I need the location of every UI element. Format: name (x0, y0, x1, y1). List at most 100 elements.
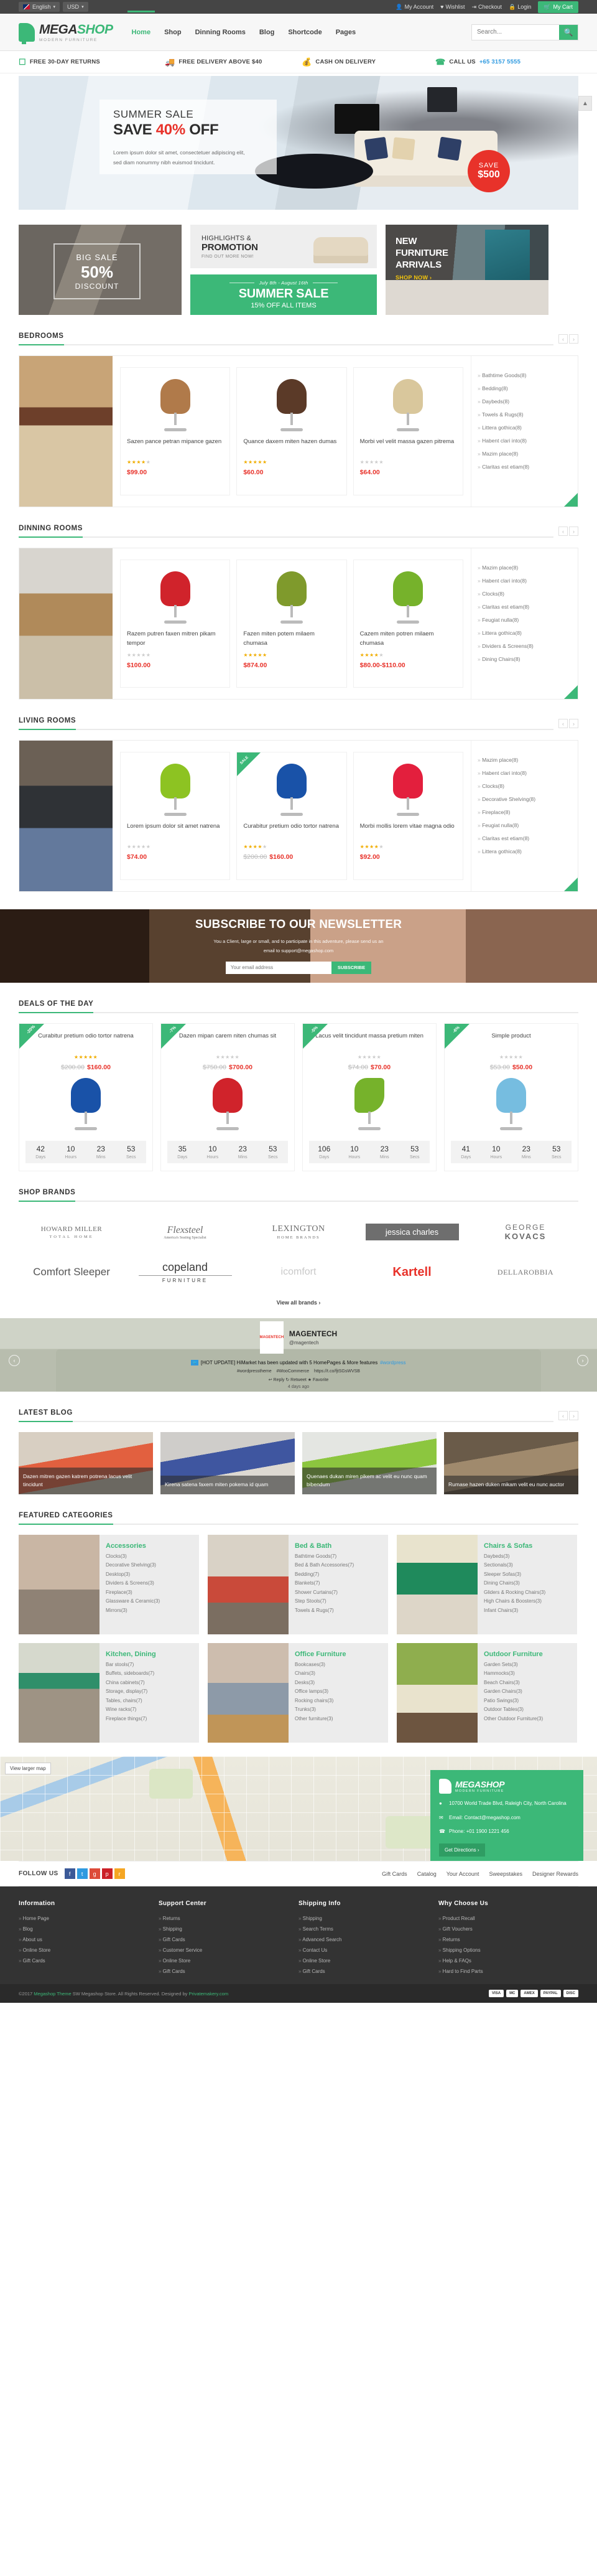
category-sub-link[interactable]: Fireplace things(7) (106, 1716, 193, 1721)
product-card[interactable]: Lorem ipsum dolor sit amet natrena ★★★★★… (120, 752, 231, 880)
newsletter-subscribe-button[interactable]: SUBSCRIBE (331, 961, 372, 974)
twitter-actions[interactable]: ↩ Reply ↻ Retweet ★ Favorite (269, 1377, 329, 1382)
footer-link[interactable]: Customer Service (159, 1945, 298, 1955)
product-card[interactable]: Cazem miten potren milaem chumasa ★★★★★ … (353, 560, 463, 688)
category-link[interactable]: Towels & Rugs(8) (478, 408, 572, 421)
product-card[interactable]: Sazen pance petran mipance gazen ★★★★★ $… (120, 367, 231, 495)
prev-arrow-icon[interactable]: ‹ (558, 1411, 568, 1420)
twitter-hashtag[interactable]: #wordpress (380, 1360, 405, 1365)
category-sub-link[interactable]: Step Stools(7) (295, 1598, 382, 1604)
category-link[interactable]: Clocks(8) (478, 587, 572, 600)
twitter-tag-1[interactable]: #wordpresstheme (237, 1369, 272, 1374)
footer-link[interactable]: Hard to Find Parts (438, 1966, 578, 1977)
get-directions-button[interactable]: Get Directions › (439, 1843, 485, 1857)
promo-highlights[interactable]: HIGHLIGHTS & PROMOTION FIND OUT MORE NOW… (190, 225, 377, 268)
copyright-theme-link[interactable]: Megashop Theme (34, 1991, 71, 1997)
category-sub-link[interactable]: China cabinets(7) (106, 1680, 193, 1685)
brand-logo[interactable]: jessica charles (365, 1224, 459, 1240)
category-sub-link[interactable]: Gliders & Rocking Chairs(3) (484, 1590, 571, 1595)
category-sub-link[interactable]: Hammocks(3) (484, 1670, 571, 1676)
category-sub-link[interactable]: Outdoor Tables(3) (484, 1707, 571, 1712)
category-sub-link[interactable]: Chairs(3) (295, 1670, 382, 1676)
next-arrow-icon[interactable]: › (569, 334, 578, 344)
featured-category-card[interactable]: Office Furniture Bookcases(3) Chairs(3) … (208, 1643, 388, 1743)
category-link[interactable]: Mazim place(8) (478, 561, 572, 574)
category-link[interactable]: Habent clari into(8) (478, 434, 572, 447)
pinterest-icon[interactable]: p (101, 1868, 113, 1879)
twitter-link[interactable]: https://t.co/fjtSGsWVSB (314, 1369, 360, 1374)
deal-card[interactable]: -7% Dazen mipan carem niten chumas sit ★… (160, 1023, 295, 1171)
category-link[interactable]: Fireplace(8) (478, 805, 572, 818)
promo-summer-sale[interactable]: July 8th - August 16th SUMMER SALE 15% O… (190, 274, 377, 315)
footer-link[interactable]: Shipping (159, 1924, 298, 1934)
scroll-top-button[interactable]: ▲ (578, 96, 592, 111)
footer-link[interactable]: Online Store (298, 1955, 438, 1966)
newsletter-email-input[interactable] (225, 961, 331, 974)
category-link[interactable]: Feugiat nulla(8) (478, 613, 572, 626)
category-link[interactable]: Habent clari into(8) (478, 574, 572, 587)
category-sub-link[interactable]: Rocking chairs(3) (295, 1698, 382, 1703)
footer-link[interactable]: Advanced Search (298, 1934, 438, 1945)
category-link[interactable]: Claritas est etiam(8) (478, 600, 572, 613)
nav-shop[interactable]: Shop (163, 25, 183, 40)
footer-link[interactable]: Gift Cards (19, 1955, 159, 1966)
featured-category-card[interactable]: Kitchen, Dining Bar stools(7) Buffets, s… (19, 1643, 199, 1743)
google-plus-icon[interactable]: g (89, 1868, 100, 1879)
category-sub-link[interactable]: Glassware & Ceramic(3) (106, 1598, 193, 1604)
category-sub-link[interactable]: Fireplace(3) (106, 1590, 193, 1595)
promo-big-sale[interactable]: BIG SALE 50% DISCOUNT (19, 225, 182, 315)
blog-card[interactable]: Quenaes dukan miren pikem ac velit eu nu… (302, 1432, 437, 1494)
prev-arrow-icon[interactable]: ‹ (558, 334, 568, 344)
category-sub-link[interactable]: Patio Swings(3) (484, 1698, 571, 1703)
twitter-prev-arrow-icon[interactable]: ‹ (9, 1355, 20, 1366)
blog-card[interactable]: Kirena satena faxem miten pokema id quam (160, 1432, 295, 1494)
next-arrow-icon[interactable]: › (569, 719, 578, 728)
category-link[interactable]: Bedding(8) (478, 382, 572, 395)
next-arrow-icon[interactable]: › (569, 527, 578, 536)
footer-link[interactable]: Product Recall (438, 1913, 578, 1924)
nav-shortcode[interactable]: Shortcode (287, 25, 323, 40)
category-link[interactable]: Littera gothica(8) (478, 845, 572, 858)
footer-link[interactable]: Blog (19, 1924, 159, 1934)
copyright-designer-link[interactable]: Privatemakery.com (188, 1991, 228, 1997)
product-card[interactable]: Razem putren faxen mitren pikam tempor ★… (120, 560, 231, 688)
category-sub-link[interactable]: Sectionals(3) (484, 1562, 571, 1568)
map-section[interactable]: View larger map MEGASHOP MODERN FURNITUR… (0, 1756, 597, 1861)
footer-link[interactable]: Online Store (159, 1955, 298, 1966)
category-link[interactable]: Littera gothica(8) (478, 421, 572, 434)
blog-card[interactable]: Dazen mitren gazen katrem potrena lacus … (19, 1432, 153, 1494)
checkout-link[interactable]: ⇥ Checkout (471, 4, 502, 11)
category-link[interactable]: Habent clari into(8) (478, 766, 572, 779)
nav-blog[interactable]: Blog (258, 25, 275, 40)
footer-link[interactable]: Shipping Options (438, 1945, 578, 1955)
facebook-icon[interactable]: f (64, 1868, 75, 1879)
footer-link[interactable]: Gift Cards (298, 1966, 438, 1977)
brand-logo[interactable]: Comfort Sleeper (25, 1267, 118, 1278)
category-sub-link[interactable]: Blankets(7) (295, 1580, 382, 1586)
category-sub-link[interactable]: Mirrors(3) (106, 1608, 193, 1613)
nav-dinning-rooms[interactable]: Dinning Rooms (194, 25, 247, 40)
category-sub-link[interactable]: Trunks(3) (295, 1707, 382, 1712)
footer-link-your-account[interactable]: Your Account (447, 1871, 479, 1877)
category-sub-link[interactable]: Storage, display(7) (106, 1688, 193, 1694)
category-sub-link[interactable]: Beach Chairs(3) (484, 1680, 571, 1685)
brand-logo[interactable]: DELLAROBBIA (479, 1268, 572, 1277)
blog-card[interactable]: Rumase hazen duken mikam velit eu nunc a… (444, 1432, 578, 1494)
product-card[interactable]: SALE Curabitur pretium odio tortor natre… (236, 752, 347, 880)
footer-link-sweepstakes[interactable]: Sweepstakes (489, 1871, 522, 1877)
category-link[interactable]: Bathtime Goods(8) (478, 368, 572, 382)
footer-link-catalog[interactable]: Catalog (417, 1871, 437, 1877)
login-link[interactable]: 🔒 Login (509, 4, 531, 11)
twitter-tag-2[interactable]: #WooCommerce (277, 1369, 309, 1374)
category-sub-link[interactable]: Bookcases(3) (295, 1662, 382, 1667)
twitter-icon[interactable]: t (76, 1868, 88, 1879)
category-link[interactable]: Clocks(8) (478, 779, 572, 792)
brand-logo[interactable]: LEXINGTON HOME BRANDS (252, 1224, 345, 1240)
category-link[interactable]: Dividers & Screens(8) (478, 639, 572, 652)
deal-card[interactable]: -6% Simple product ★★★★★ $53.00 $50.00 41… (444, 1023, 578, 1171)
footer-link[interactable]: Gift Cards (159, 1934, 298, 1945)
category-link[interactable]: Feugiat nulla(8) (478, 818, 572, 831)
promo-new-arrivals[interactable]: NEW FURNITURE ARRIVALS SHOP NOW › (386, 225, 548, 315)
category-sub-link[interactable]: Office lamps(3) (295, 1688, 382, 1694)
category-sub-link[interactable]: Other furniture(3) (295, 1716, 382, 1721)
